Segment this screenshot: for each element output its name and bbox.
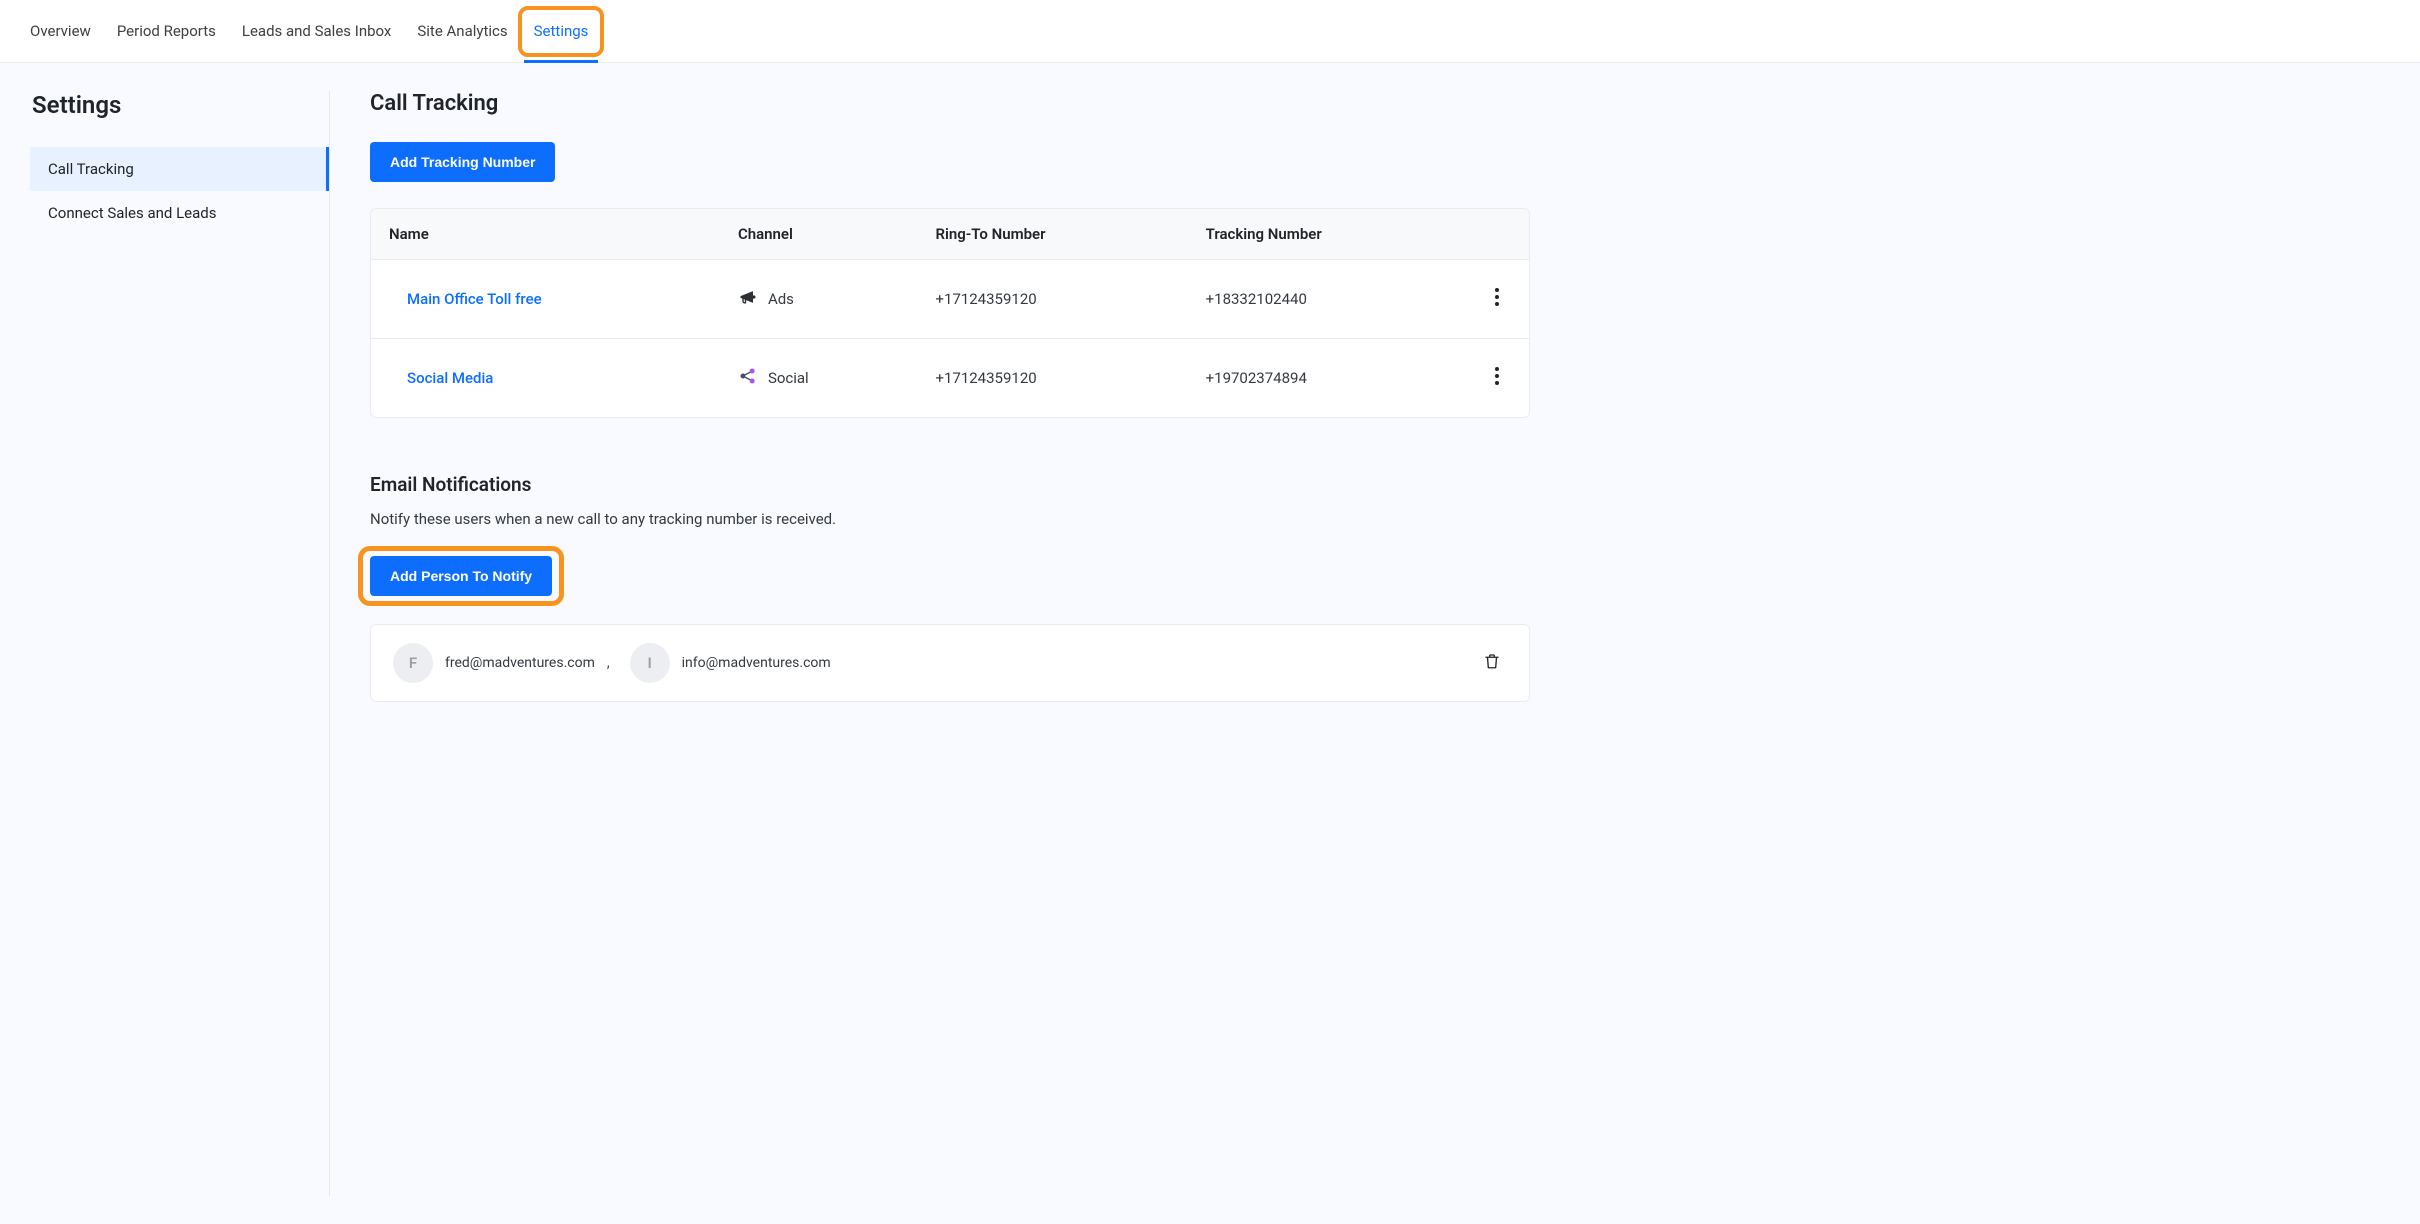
settings-sidebar: Settings Call Tracking Connect Sales and…: [30, 91, 330, 1196]
list-item: F fred@madventures.com ,: [393, 643, 616, 683]
social-share-icon: [738, 366, 758, 390]
tab-leads-sales-inbox[interactable]: Leads and Sales Inbox: [232, 0, 402, 63]
col-ring-to: Ring-To Number: [917, 209, 1187, 260]
annotation-highlight-wrap: Add Person To Notify: [358, 546, 564, 606]
tracking-number-value: +18332102440: [1188, 260, 1469, 339]
sidebar-title: Settings: [32, 91, 329, 119]
notify-card: F fred@madventures.com , I info@madventu…: [370, 624, 1530, 702]
separator: ,: [607, 655, 610, 671]
more-vertical-icon: [1495, 288, 1499, 310]
tracking-number-value: +19702374894: [1188, 339, 1469, 418]
row-more-button[interactable]: [1489, 361, 1505, 395]
tab-period-reports[interactable]: Period Reports: [107, 0, 226, 63]
sidebar-item-connect-sales-leads[interactable]: Connect Sales and Leads: [30, 191, 329, 235]
main-content: Call Tracking Add Tracking Number Name C…: [330, 91, 1530, 1196]
add-tracking-number-button[interactable]: Add Tracking Number: [370, 142, 555, 182]
channel-label: Social: [768, 369, 809, 387]
person-email: fred@madventures.com: [445, 655, 595, 671]
notify-people-list: F fred@madventures.com , I info@madventu…: [393, 643, 1477, 683]
top-nav: Overview Period Reports Leads and Sales …: [0, 0, 2420, 63]
more-vertical-icon: [1495, 367, 1499, 389]
channel-cell: Ads: [738, 287, 900, 311]
tab-site-analytics[interactable]: Site Analytics: [407, 0, 517, 63]
channel-cell: Social: [738, 366, 900, 390]
list-item: I info@madventures.com: [630, 643, 831, 683]
col-tracking: Tracking Number: [1188, 209, 1469, 260]
col-name: Name: [371, 209, 720, 260]
tracking-name-link[interactable]: Main Office Toll free: [389, 290, 542, 308]
tracking-table: Name Channel Ring-To Number Tracking Num…: [370, 208, 1530, 418]
tab-settings-label: Settings: [534, 22, 589, 40]
tab-settings[interactable]: Settings: [524, 0, 599, 63]
tracking-name-link[interactable]: Social Media: [389, 369, 493, 387]
email-notifications-title: Email Notifications: [370, 473, 1530, 496]
page-title: Call Tracking: [370, 91, 1530, 116]
add-person-to-notify-button[interactable]: Add Person To Notify: [370, 556, 552, 596]
email-notifications-desc: Notify these users when a new call to an…: [370, 510, 1530, 528]
channel-label: Ads: [768, 290, 794, 308]
avatar: F: [393, 643, 433, 683]
sidebar-item-call-tracking[interactable]: Call Tracking: [30, 147, 329, 191]
page-body: Settings Call Tracking Connect Sales and…: [0, 63, 2420, 1224]
tab-overview[interactable]: Overview: [20, 0, 101, 63]
person-email: info@madventures.com: [682, 655, 831, 671]
ring-to-value: +17124359120: [917, 339, 1187, 418]
avatar: I: [630, 643, 670, 683]
megaphone-icon: [738, 287, 758, 311]
col-channel: Channel: [720, 209, 918, 260]
row-more-button[interactable]: [1489, 282, 1505, 316]
ring-to-value: +17124359120: [917, 260, 1187, 339]
table-row: Social Media Social +17124359120 +197023…: [371, 339, 1529, 418]
delete-notify-button[interactable]: [1477, 645, 1507, 681]
table-row: Main Office Toll free Ads +17124359120 +…: [371, 260, 1529, 339]
col-actions: [1469, 209, 1529, 260]
trash-icon: [1483, 659, 1501, 675]
